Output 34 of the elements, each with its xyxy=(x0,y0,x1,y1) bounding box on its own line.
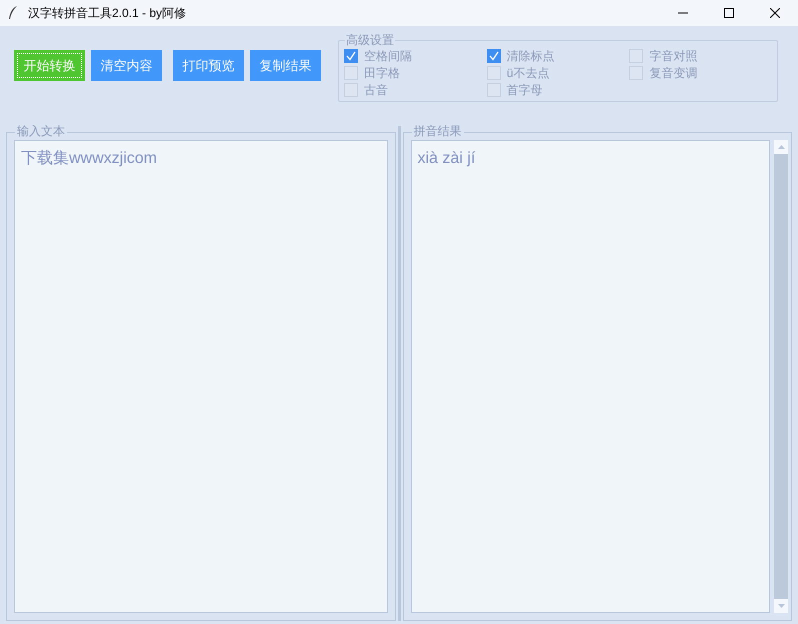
option-label: 字音对照 xyxy=(649,48,698,64)
group-title: 高级设置 xyxy=(345,32,395,48)
checkbox[interactable] xyxy=(344,48,358,62)
checkbox[interactable] xyxy=(486,66,501,80)
group-title: 输入文本 xyxy=(15,123,67,139)
checkbox[interactable] xyxy=(486,82,501,96)
option-label: 清除标点 xyxy=(506,48,555,64)
checkbox[interactable] xyxy=(629,66,644,80)
option-label: ü不去点 xyxy=(506,64,550,82)
checkbox[interactable] xyxy=(344,82,358,96)
window-title: 汉字转拼音工具2.0.1 - by阿修 xyxy=(28,5,188,22)
option-label: 古音 xyxy=(364,82,388,98)
group-title: 拼音结果 xyxy=(412,123,464,139)
action-button[interactable]: 复制结果 xyxy=(250,50,321,81)
checkmark-icon xyxy=(488,50,499,60)
checkbox[interactable] xyxy=(486,48,501,62)
checkbox[interactable] xyxy=(344,66,358,80)
option-label: 田字格 xyxy=(364,64,400,82)
action-button[interactable]: 清空内容 xyxy=(91,50,162,81)
option-label: 复音变调 xyxy=(649,64,698,82)
action-button[interactable]: 开始转换 xyxy=(14,50,85,81)
text-area[interactable]: xià zài jí xyxy=(410,140,770,613)
checkbox[interactable] xyxy=(629,48,644,62)
option-label: 首字母 xyxy=(506,82,543,98)
text-area[interactable]: 下载集wwwxzjicom xyxy=(14,140,388,613)
scroll-down-icon[interactable] xyxy=(774,599,788,613)
feather-icon xyxy=(8,6,18,20)
option-label: 空格间隔 xyxy=(364,48,412,64)
action-button[interactable]: 打印预览 xyxy=(173,50,244,81)
scrollbar[interactable] xyxy=(774,140,788,613)
maximize-icon xyxy=(724,8,734,18)
close-icon xyxy=(770,8,780,18)
scroll-up-icon[interactable] xyxy=(774,140,788,154)
checkmark-icon xyxy=(346,50,356,60)
